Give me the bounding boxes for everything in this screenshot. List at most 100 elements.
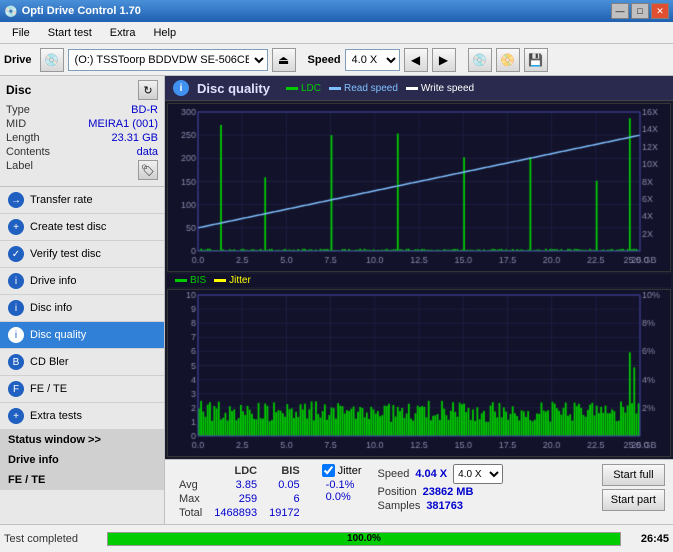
fe-te-section[interactable]: FE / TE [0, 470, 164, 490]
nav-extra-tests-label: Extra tests [30, 410, 82, 422]
menu-start-test[interactable]: Start test [40, 25, 100, 41]
disc-label-row: Label 🏷 [6, 160, 158, 180]
nav-drive-info[interactable]: i Drive info [0, 268, 164, 295]
menu-bar: File Start test Extra Help [0, 22, 673, 44]
disc-btn-2[interactable]: 📀 [496, 48, 520, 72]
top-chart-canvas [168, 104, 670, 271]
drive-info-sidebar-label: Drive info [8, 454, 59, 466]
disc-length-row: Length 23.31 GB [6, 132, 158, 144]
maximize-button[interactable]: □ [631, 3, 649, 19]
speed-right-btn[interactable]: ▶ [432, 48, 456, 72]
legend-jitter: Jitter [214, 275, 251, 286]
status-bar: Test completed 100.0% 26:45 [0, 524, 673, 552]
speed-left-btn[interactable]: ◀ [404, 48, 428, 72]
create-test-disc-icon: + [8, 219, 24, 235]
menu-file[interactable]: File [4, 25, 38, 41]
drive-bar: Drive 💿 (O:) TSSToorp BDDVDW SE-506CB TS… [0, 44, 673, 76]
minimize-button[interactable]: — [611, 3, 629, 19]
transfer-rate-icon: → [8, 192, 24, 208]
nav-cd-bler[interactable]: B CD Bler [0, 349, 164, 376]
bottom-chart [167, 289, 671, 457]
nav-verify-test-disc[interactable]: ✓ Verify test disc [0, 241, 164, 268]
type-label: Type [6, 104, 30, 116]
disc-btn-1[interactable]: 💿 [468, 48, 492, 72]
total-label: Total [173, 506, 208, 520]
start-full-button[interactable]: Start full [602, 464, 665, 486]
nav-disc-info[interactable]: i Disc info [0, 295, 164, 322]
speed-select[interactable]: 4.0 X [345, 49, 400, 71]
nav-cd-bler-label: CD Bler [30, 356, 69, 368]
disc-mid-row: MID MEIRA1 (001) [6, 118, 158, 130]
type-value: BD-R [131, 104, 158, 116]
samples-value: 381763 [426, 500, 463, 512]
speed-stat-label: Speed [378, 468, 410, 480]
drive-icon-btn[interactable]: 💿 [40, 48, 64, 72]
nav-disc-quality-label: Disc quality [30, 329, 86, 341]
drive-info-icon: i [8, 273, 24, 289]
avg-label: Avg [173, 478, 208, 492]
disc-contents-row: Contents data [6, 146, 158, 158]
length-value: 23.31 GB [112, 132, 158, 144]
top-chart [167, 103, 671, 272]
menu-extra[interactable]: Extra [102, 25, 144, 41]
extra-tests-icon: + [8, 408, 24, 424]
samples-label: Samples [378, 500, 421, 512]
fe-te-sidebar-label: FE / TE [8, 474, 45, 486]
contents-label: Contents [6, 146, 50, 158]
disc-section-header: Disc ↻ [6, 80, 158, 100]
nav-extra-tests[interactable]: + Extra tests [0, 403, 164, 430]
chart-icon: i [173, 80, 189, 96]
samples-row: Samples 381763 [378, 500, 504, 512]
eject-button[interactable]: ⏏ [272, 48, 296, 72]
label-label: Label [6, 160, 33, 180]
charts-area: BIS Jitter [165, 101, 673, 459]
jitter-empty [326, 503, 362, 515]
ldc-color [286, 87, 298, 90]
jitter-legend-label: Jitter [229, 275, 251, 286]
read-speed-label: Read speed [344, 83, 398, 94]
chart-title: Disc quality [197, 81, 270, 96]
chart-legend: LDC Read speed Write speed [286, 83, 474, 94]
main-content: i Disc quality LDC Read speed Write spee… [165, 76, 673, 524]
title-bar: 💿 Opti Drive Control 1.70 — □ ✕ [0, 0, 673, 22]
menu-help[interactable]: Help [145, 25, 184, 41]
total-ldc: 1468893 [208, 506, 263, 520]
jitter-avg: -0.1% [326, 479, 362, 491]
label-icon-btn[interactable]: 🏷 [138, 160, 158, 180]
status-window-label: Status window >> [8, 434, 101, 446]
max-ldc: 259 [208, 492, 263, 506]
main-layout: Disc ↻ Type BD-R MID MEIRA1 (001) Length… [0, 76, 673, 524]
nav-disc-quality[interactable]: i Disc quality [0, 322, 164, 349]
jitter-checkbox[interactable] [322, 464, 335, 477]
save-btn[interactable]: 💾 [524, 48, 548, 72]
progress-container: 100.0% [107, 532, 621, 546]
drive-select[interactable]: (O:) TSSToorp BDDVDW SE-506CB TS02 [68, 49, 268, 71]
start-part-button[interactable]: Start part [602, 489, 665, 511]
nav-transfer-rate[interactable]: → Transfer rate [0, 187, 164, 214]
disc-info-icon: i [8, 300, 24, 316]
max-label: Max [173, 492, 208, 506]
status-window-section[interactable]: Status window >> [0, 430, 164, 450]
avg-bis: 0.05 [263, 478, 306, 492]
speed-stat-value: 4.04 X [415, 468, 447, 480]
bis-label: BIS [190, 275, 206, 286]
verify-test-disc-icon: ✓ [8, 246, 24, 262]
close-button[interactable]: ✕ [651, 3, 669, 19]
sidebar: Disc ↻ Type BD-R MID MEIRA1 (001) Length… [0, 76, 165, 524]
bottom-chart-canvas [168, 290, 670, 456]
nav-fe-te[interactable]: F FE / TE [0, 376, 164, 403]
mid-label: MID [6, 118, 26, 130]
start-buttons: Start full Start part [602, 464, 665, 511]
disc-refresh-btn[interactable]: ↻ [138, 80, 158, 100]
write-speed-color [406, 87, 418, 90]
nav-create-test-disc[interactable]: + Create test disc [0, 214, 164, 241]
disc-quality-icon: i [8, 327, 24, 343]
position-row: Position 23862 MB [378, 486, 504, 498]
stats-right: Speed 4.04 X 4.0 X Position 23862 MB Sam… [378, 464, 504, 512]
status-time: 26:45 [629, 533, 669, 545]
drive-info-section[interactable]: Drive info [0, 450, 164, 470]
ldc-label: LDC [301, 83, 321, 94]
progress-bar: 100.0% [108, 533, 620, 545]
title-bar-left: 💿 Opti Drive Control 1.70 [4, 5, 141, 18]
speed-stat-select[interactable]: 4.0 X [453, 464, 503, 484]
